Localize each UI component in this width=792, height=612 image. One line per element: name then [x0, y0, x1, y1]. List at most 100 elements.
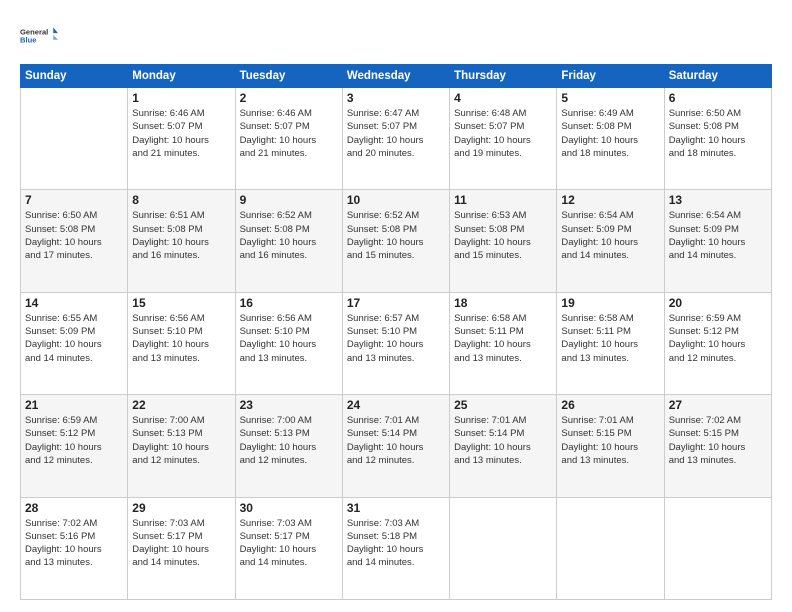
- day-number: 30: [240, 501, 338, 515]
- day-number: 8: [132, 193, 230, 207]
- day-cell: [21, 88, 128, 190]
- day-info: Sunrise: 6:47 AMSunset: 5:07 PMDaylight:…: [347, 107, 445, 160]
- day-cell: 17 Sunrise: 6:57 AMSunset: 5:10 PMDayligh…: [342, 292, 449, 394]
- day-number: 24: [347, 398, 445, 412]
- day-info: Sunrise: 7:01 AMSunset: 5:14 PMDaylight:…: [347, 414, 445, 467]
- day-cell: [557, 497, 664, 599]
- day-number: 29: [132, 501, 230, 515]
- day-info: Sunrise: 6:53 AMSunset: 5:08 PMDaylight:…: [454, 209, 552, 262]
- day-cell: 11 Sunrise: 6:53 AMSunset: 5:08 PMDayligh…: [450, 190, 557, 292]
- calendar-table: Sunday Monday Tuesday Wednesday Thursday…: [20, 64, 772, 600]
- day-number: 5: [561, 91, 659, 105]
- day-cell: 7 Sunrise: 6:50 AMSunset: 5:08 PMDaylight…: [21, 190, 128, 292]
- day-info: Sunrise: 7:00 AMSunset: 5:13 PMDaylight:…: [132, 414, 230, 467]
- day-info: Sunrise: 7:03 AMSunset: 5:17 PMDaylight:…: [132, 517, 230, 570]
- day-cell: 2 Sunrise: 6:46 AMSunset: 5:07 PMDaylight…: [235, 88, 342, 190]
- day-number: 28: [25, 501, 123, 515]
- day-cell: [664, 497, 771, 599]
- day-number: 13: [669, 193, 767, 207]
- day-number: 22: [132, 398, 230, 412]
- day-info: Sunrise: 6:54 AMSunset: 5:09 PMDaylight:…: [561, 209, 659, 262]
- day-number: 15: [132, 296, 230, 310]
- week-row-3: 14 Sunrise: 6:55 AMSunset: 5:09 PMDayligh…: [21, 292, 772, 394]
- day-cell: 22 Sunrise: 7:00 AMSunset: 5:13 PMDayligh…: [128, 395, 235, 497]
- day-cell: 13 Sunrise: 6:54 AMSunset: 5:09 PMDayligh…: [664, 190, 771, 292]
- day-info: Sunrise: 6:52 AMSunset: 5:08 PMDaylight:…: [240, 209, 338, 262]
- day-number: 2: [240, 91, 338, 105]
- day-number: 23: [240, 398, 338, 412]
- day-number: 7: [25, 193, 123, 207]
- day-info: Sunrise: 6:56 AMSunset: 5:10 PMDaylight:…: [240, 312, 338, 365]
- logo-svg: General Blue: [20, 18, 58, 54]
- day-cell: 30 Sunrise: 7:03 AMSunset: 5:17 PMDayligh…: [235, 497, 342, 599]
- day-number: 14: [25, 296, 123, 310]
- day-number: 16: [240, 296, 338, 310]
- day-cell: 10Sunrise: 6:52 AMSunset: 5:08 PMDayligh…: [342, 190, 449, 292]
- day-number: 31: [347, 501, 445, 515]
- day-number: 1: [132, 91, 230, 105]
- day-number: 12: [561, 193, 659, 207]
- day-info: Sunrise: 6:58 AMSunset: 5:11 PMDaylight:…: [454, 312, 552, 365]
- day-info: Sunrise: 7:03 AMSunset: 5:18 PMDaylight:…: [347, 517, 445, 570]
- col-friday: Friday: [557, 65, 664, 88]
- day-number: 3: [347, 91, 445, 105]
- day-info: Sunrise: 6:59 AMSunset: 5:12 PMDaylight:…: [25, 414, 123, 467]
- day-info: Sunrise: 6:46 AMSunset: 5:07 PMDaylight:…: [240, 107, 338, 160]
- day-info: Sunrise: 6:59 AMSunset: 5:12 PMDaylight:…: [669, 312, 767, 365]
- day-info: Sunrise: 7:03 AMSunset: 5:17 PMDaylight:…: [240, 517, 338, 570]
- week-row-5: 28 Sunrise: 7:02 AMSunset: 5:16 PMDayligh…: [21, 497, 772, 599]
- day-cell: 15 Sunrise: 6:56 AMSunset: 5:10 PMDayligh…: [128, 292, 235, 394]
- day-info: Sunrise: 7:01 AMSunset: 5:15 PMDaylight:…: [561, 414, 659, 467]
- day-number: 19: [561, 296, 659, 310]
- day-info: Sunrise: 6:50 AMSunset: 5:08 PMDaylight:…: [25, 209, 123, 262]
- day-cell: 19Sunrise: 6:58 AMSunset: 5:11 PMDayligh…: [557, 292, 664, 394]
- day-number: 10: [347, 193, 445, 207]
- svg-text:Blue: Blue: [20, 36, 36, 45]
- day-cell: 27Sunrise: 7:02 AMSunset: 5:15 PMDayligh…: [664, 395, 771, 497]
- logo: General Blue: [20, 18, 58, 54]
- day-cell: 28 Sunrise: 7:02 AMSunset: 5:16 PMDayligh…: [21, 497, 128, 599]
- day-info: Sunrise: 6:55 AMSunset: 5:09 PMDaylight:…: [25, 312, 123, 365]
- day-info: Sunrise: 7:02 AMSunset: 5:16 PMDaylight:…: [25, 517, 123, 570]
- day-number: 11: [454, 193, 552, 207]
- day-number: 26: [561, 398, 659, 412]
- day-info: Sunrise: 6:54 AMSunset: 5:09 PMDaylight:…: [669, 209, 767, 262]
- day-cell: 5 Sunrise: 6:49 AMSunset: 5:08 PMDaylight…: [557, 88, 664, 190]
- col-thursday: Thursday: [450, 65, 557, 88]
- week-row-2: 7 Sunrise: 6:50 AMSunset: 5:08 PMDaylight…: [21, 190, 772, 292]
- day-info: Sunrise: 6:49 AMSunset: 5:08 PMDaylight:…: [561, 107, 659, 160]
- day-info: Sunrise: 6:50 AMSunset: 5:08 PMDaylight:…: [669, 107, 767, 160]
- day-info: Sunrise: 6:51 AMSunset: 5:08 PMDaylight:…: [132, 209, 230, 262]
- day-cell: [450, 497, 557, 599]
- day-cell: 21Sunrise: 6:59 AMSunset: 5:12 PMDayligh…: [21, 395, 128, 497]
- day-cell: 12 Sunrise: 6:54 AMSunset: 5:09 PMDayligh…: [557, 190, 664, 292]
- day-number: 25: [454, 398, 552, 412]
- day-info: Sunrise: 7:02 AMSunset: 5:15 PMDaylight:…: [669, 414, 767, 467]
- day-cell: 14 Sunrise: 6:55 AMSunset: 5:09 PMDayligh…: [21, 292, 128, 394]
- col-sunday: Sunday: [21, 65, 128, 88]
- day-number: 20: [669, 296, 767, 310]
- day-info: Sunrise: 7:01 AMSunset: 5:14 PMDaylight:…: [454, 414, 552, 467]
- day-cell: 1 Sunrise: 6:46 AMSunset: 5:07 PMDaylight…: [128, 88, 235, 190]
- day-cell: 18Sunrise: 6:58 AMSunset: 5:11 PMDayligh…: [450, 292, 557, 394]
- day-cell: 20 Sunrise: 6:59 AMSunset: 5:12 PMDayligh…: [664, 292, 771, 394]
- day-cell: 6 Sunrise: 6:50 AMSunset: 5:08 PMDaylight…: [664, 88, 771, 190]
- col-tuesday: Tuesday: [235, 65, 342, 88]
- day-number: 4: [454, 91, 552, 105]
- col-saturday: Saturday: [664, 65, 771, 88]
- day-cell: 9Sunrise: 6:52 AMSunset: 5:08 PMDaylight…: [235, 190, 342, 292]
- day-cell: 25 Sunrise: 7:01 AMSunset: 5:14 PMDayligh…: [450, 395, 557, 497]
- day-info: Sunrise: 6:57 AMSunset: 5:10 PMDaylight:…: [347, 312, 445, 365]
- day-cell: 23Sunrise: 7:00 AMSunset: 5:13 PMDayligh…: [235, 395, 342, 497]
- header: General Blue: [20, 18, 772, 54]
- week-row-1: 1 Sunrise: 6:46 AMSunset: 5:07 PMDaylight…: [21, 88, 772, 190]
- header-row: Sunday Monday Tuesday Wednesday Thursday…: [21, 65, 772, 88]
- day-cell: 26 Sunrise: 7:01 AMSunset: 5:15 PMDayligh…: [557, 395, 664, 497]
- day-info: Sunrise: 6:56 AMSunset: 5:10 PMDaylight:…: [132, 312, 230, 365]
- day-number: 17: [347, 296, 445, 310]
- day-info: Sunrise: 6:48 AMSunset: 5:07 PMDaylight:…: [454, 107, 552, 160]
- day-cell: 29 Sunrise: 7:03 AMSunset: 5:17 PMDayligh…: [128, 497, 235, 599]
- col-wednesday: Wednesday: [342, 65, 449, 88]
- day-number: 6: [669, 91, 767, 105]
- day-info: Sunrise: 6:46 AMSunset: 5:07 PMDaylight:…: [132, 107, 230, 160]
